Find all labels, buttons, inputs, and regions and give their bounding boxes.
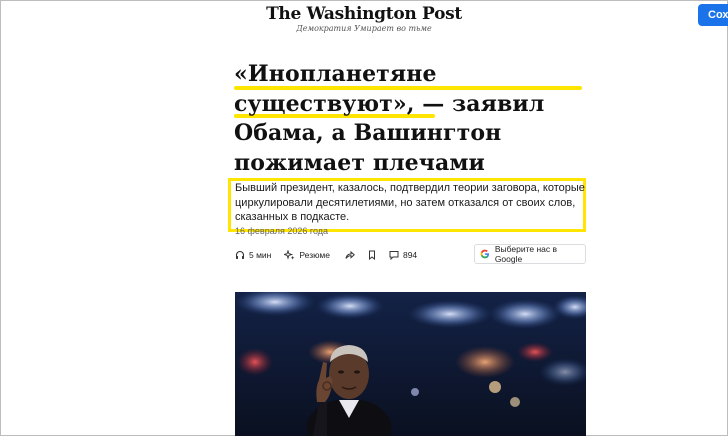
summary-button[interactable]: Резюме (284, 250, 330, 260)
headphones-icon (235, 250, 245, 259)
listen-button[interactable]: 5 мин (235, 250, 271, 260)
summary-label: Резюме (299, 250, 330, 260)
site-tagline: Демократия Умирает во тьме (296, 24, 432, 33)
masthead: The Washington Post Демократия Умирает в… (0, 4, 728, 33)
article-photo-image (235, 292, 586, 436)
share-button[interactable] (345, 250, 355, 260)
article-toolbar: 5 мин Резюме 894 (235, 246, 417, 264)
share-icon (345, 250, 355, 259)
comments-button[interactable]: 894 (389, 250, 417, 260)
article-headline: «Инопланетяне существуют», — заявил Обам… (234, 61, 545, 176)
subscribe-button[interactable]: Сох (698, 4, 728, 26)
article-date: 16 февраля 2026 года (235, 226, 329, 236)
article-lede: Бывший президент, казалось, подтвердил т… (235, 182, 585, 224)
listen-duration: 5 мин (249, 250, 272, 260)
bookmark-icon (368, 250, 375, 260)
comment-icon (389, 251, 399, 260)
comments-count: 894 (402, 250, 418, 260)
site-logo[interactable]: The Washington Post (0, 4, 728, 24)
google-button-label: Выберите нас в Google (494, 244, 558, 264)
summary-sparkle-icon (284, 250, 295, 260)
google-logo-icon (480, 249, 490, 259)
bookmark-button[interactable] (367, 250, 377, 260)
article-photo[interactable] (235, 292, 586, 436)
google-preferred-source-button[interactable]: Выберите нас в Google (474, 244, 586, 264)
